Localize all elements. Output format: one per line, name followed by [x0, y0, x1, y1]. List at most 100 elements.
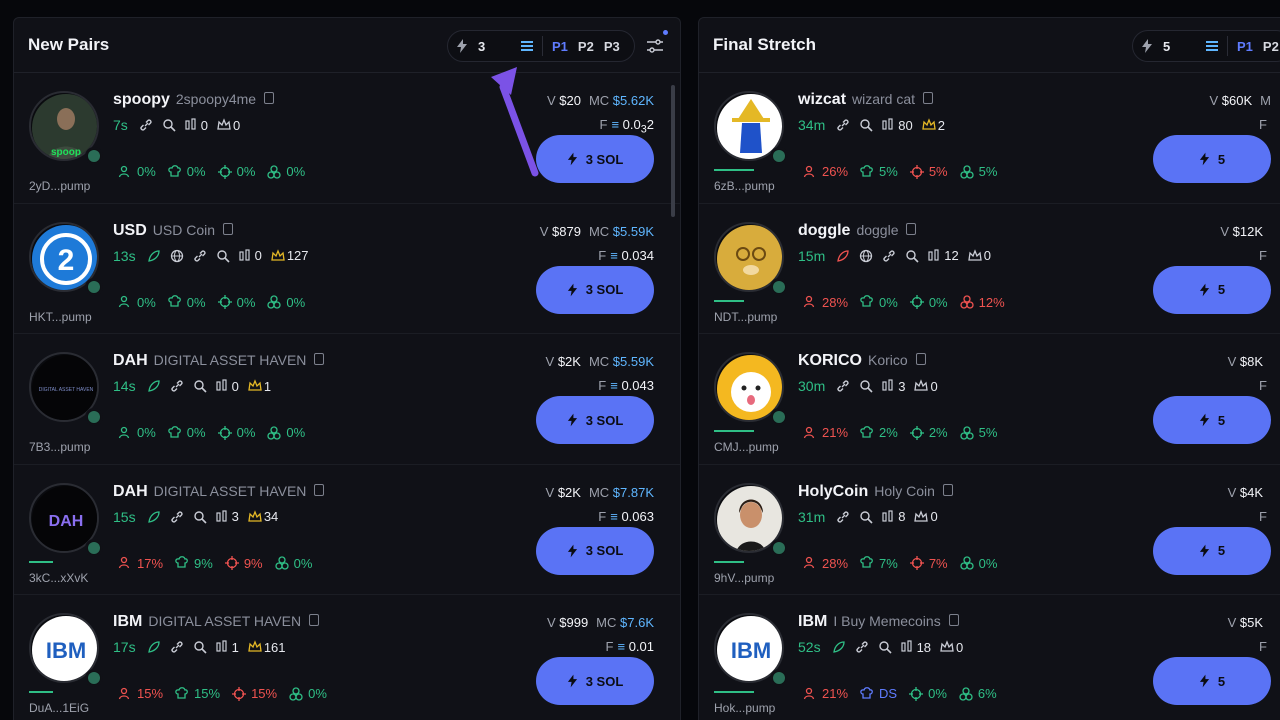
quick-buy-button[interactable]: 5 [1153, 657, 1271, 705]
holders-icon [882, 509, 893, 522]
token-ticker[interactable]: KORICO [798, 352, 862, 370]
token-address[interactable]: HKT...pump [29, 310, 92, 324]
search-icon[interactable] [162, 118, 176, 132]
link-icon[interactable] [170, 379, 184, 393]
copy-icon[interactable] [906, 222, 917, 235]
leaf-icon[interactable] [147, 510, 161, 524]
quick-buy-button[interactable]: 5 [1153, 265, 1271, 314]
search-icon[interactable] [859, 118, 873, 132]
copy-icon[interactable] [915, 353, 926, 365]
copy-icon[interactable] [942, 483, 953, 496]
token-ticker[interactable]: USD [113, 222, 147, 240]
link-icon[interactable] [855, 640, 869, 654]
quick-buy-button[interactable]: 5 [1153, 396, 1271, 444]
token-ticker[interactable]: IBM [798, 613, 827, 631]
token-address[interactable]: CMJ...pump [714, 440, 779, 454]
stat-value: 0% [236, 164, 256, 179]
quick-buy-button[interactable]: 3 SOL [536, 396, 654, 444]
filter-settings-icon[interactable] [646, 39, 664, 53]
stat-item: 0% [274, 556, 312, 571]
copy-icon[interactable] [314, 483, 325, 496]
quick-buy-button[interactable]: 5 [1153, 526, 1271, 575]
copy-icon[interactable] [923, 92, 934, 104]
link-icon[interactable] [882, 249, 896, 263]
crown-icon [914, 379, 929, 391]
search-icon[interactable] [859, 510, 873, 524]
preset-p3-button[interactable]: P3 [599, 39, 625, 54]
token-row[interactable]: DAH 3kC...xXvK DAH DIGITAL ASSET HAVEN 15s 3 3… [14, 465, 680, 595]
leaf-icon[interactable] [147, 379, 161, 393]
token-address[interactable]: 2yD...pump [29, 179, 90, 193]
crown-icon [940, 640, 954, 652]
quick-buy-amount-input[interactable]: 3 [478, 39, 520, 54]
quick-buy-button[interactable]: 3 SOL [536, 657, 654, 705]
token-row[interactable]: DIGITAL ASSET HAVEN 7B3...pump DAH DIGITAL … [14, 334, 680, 465]
stat-value: 7% [928, 555, 948, 571]
copy-icon[interactable] [314, 353, 325, 365]
token-ticker[interactable]: wizcat [798, 91, 846, 109]
quick-buy-button[interactable]: 3 SOL [536, 135, 654, 183]
preset-p2-button[interactable]: P2 [1258, 39, 1280, 54]
stat-item: 12% [959, 295, 1005, 310]
token-address[interactable]: 6zB...pump [714, 179, 775, 193]
token-ticker[interactable]: spoopy [113, 91, 170, 109]
token-address[interactable]: Hok...pump [714, 701, 775, 715]
quick-buy-button[interactable]: 5 [1153, 135, 1271, 183]
bolt-icon [567, 152, 577, 166]
link-icon[interactable] [836, 379, 850, 393]
token-row[interactable]: NDT...pump doggle doggle 15m 12 0 28% 0% 0% 12% V … [699, 204, 1280, 334]
quick-buy-button[interactable]: 3 SOL [536, 526, 654, 575]
link-icon[interactable] [170, 640, 184, 654]
token-ticker[interactable]: doggle [798, 222, 850, 240]
token-name-line: DAH DIGITAL ASSET HAVEN [113, 483, 325, 501]
copy-icon[interactable] [223, 222, 234, 235]
token-ticker[interactable]: HolyCoin [798, 483, 868, 501]
scrollbar[interactable] [671, 85, 675, 217]
copy-icon[interactable] [309, 614, 320, 626]
token-ticker[interactable]: DAH [113, 483, 148, 501]
leaf-icon[interactable] [832, 640, 846, 654]
chef-hat-icon [860, 425, 873, 438]
leaf-icon[interactable] [147, 640, 161, 654]
token-row[interactable]: CMJ...pump KORICO Korico 30m 3 0 21% 2% 2% 5% V $8… [699, 334, 1280, 465]
copy-icon[interactable] [948, 614, 959, 626]
link-icon[interactable] [139, 118, 153, 132]
preset-p2-button[interactable]: P2 [573, 39, 599, 54]
globe-icon[interactable] [859, 249, 873, 263]
token-ticker[interactable]: DAH [113, 352, 148, 370]
preset-p1-button[interactable]: P1 [1232, 39, 1258, 54]
search-icon[interactable] [193, 379, 207, 393]
token-row[interactable]: 2 HKT...pump USD USD Coin 13s 0 127 0% 0% 0% 0% V $… [14, 204, 680, 334]
search-icon[interactable] [905, 249, 919, 263]
token-address[interactable]: DuA...1EiG [29, 701, 89, 715]
quick-buy-amount-input[interactable]: 5 [1163, 39, 1205, 54]
token-address[interactable]: 3kC...xXvK [29, 571, 88, 585]
leaf-icon[interactable] [147, 249, 161, 263]
link-icon[interactable] [836, 118, 850, 132]
token-row[interactable]: spoop 2yD...pump spoopy 2spoopy4me 7s 0 0 0% 0% 0… [14, 73, 680, 204]
search-icon[interactable] [859, 379, 873, 393]
globe-icon[interactable] [170, 249, 184, 263]
preset-p1-button[interactable]: P1 [547, 39, 573, 54]
crown-icon [248, 379, 262, 391]
quick-buy-button[interactable]: 3 SOL [536, 265, 654, 314]
search-icon[interactable] [193, 510, 207, 524]
link-icon[interactable] [170, 510, 184, 524]
search-icon[interactable] [216, 249, 230, 263]
link-icon[interactable] [193, 249, 207, 263]
search-icon[interactable] [878, 640, 892, 654]
search-icon[interactable] [193, 640, 207, 654]
stat-item: 0% [168, 295, 206, 310]
token-row[interactable]: IBM DuA...1EiG IBM DIGITAL ASSET HAVEN 17s 1 1… [14, 595, 680, 720]
token-row[interactable]: IBM Hok...pump IBM I Buy Memecoins 52s 18 0 21%… [699, 595, 1280, 720]
copy-icon[interactable] [264, 92, 275, 104]
link-icon[interactable] [836, 510, 850, 524]
token-address[interactable]: 9hV...pump [714, 571, 774, 585]
token-address[interactable]: 7B3...pump [29, 440, 90, 454]
token-ticker[interactable]: IBM [113, 613, 142, 631]
crown-icon [271, 248, 285, 261]
leaf-icon[interactable] [836, 249, 850, 263]
token-row[interactable]: 9hV...pump HolyCoin Holy Coin 31m 8 0 28% 7% 7% 0… [699, 465, 1280, 595]
token-row[interactable]: 6zB...pump wizcat wizard cat 34m 80 2 26% 5% 5% 5… [699, 73, 1280, 204]
token-address[interactable]: NDT...pump [714, 310, 777, 324]
